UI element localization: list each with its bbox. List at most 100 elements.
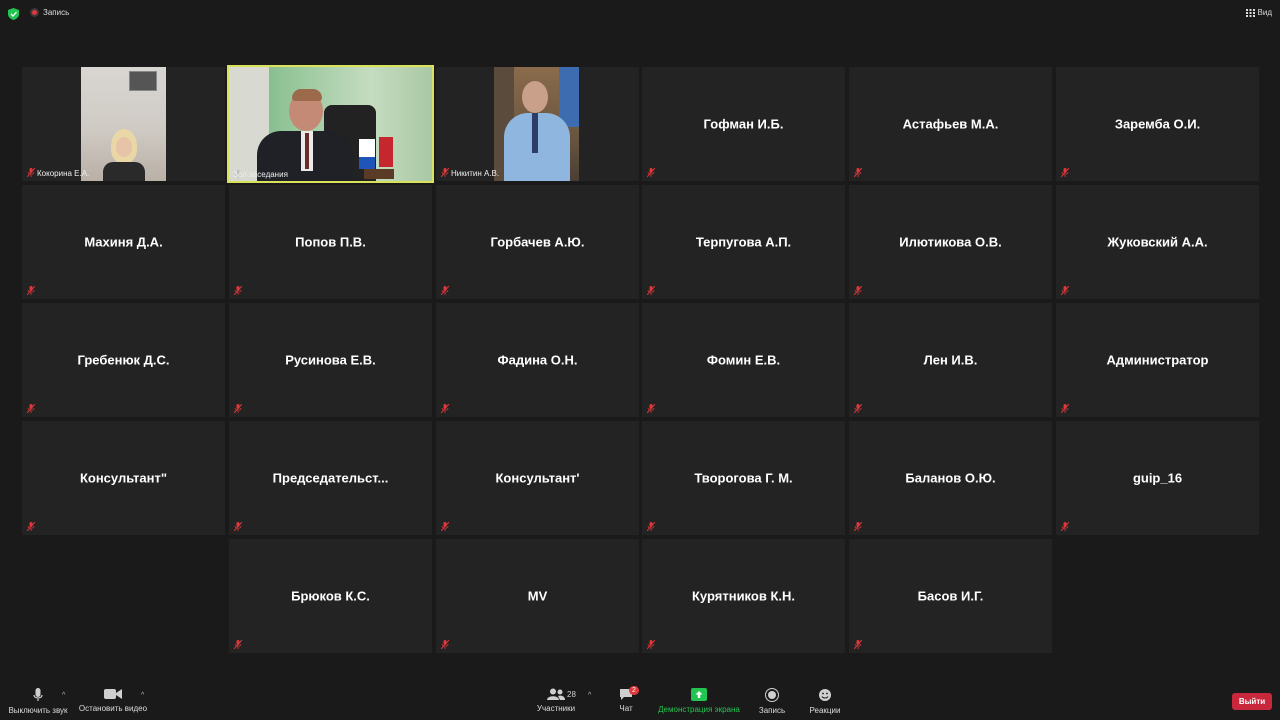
stop-video-button[interactable]: Остановить видео: [78, 680, 148, 713]
participant-name: Курятников К.Н.: [692, 588, 795, 604]
participant-tile-video[interactable]: Кокорина Е.А.: [22, 67, 225, 181]
participant-tile[interactable]: Баланов О.Ю.: [849, 421, 1052, 535]
participant-tile[interactable]: Лен И.В.: [849, 303, 1052, 417]
participants-count: 28: [567, 690, 576, 699]
muted-mic-icon: [27, 404, 35, 413]
participant-tile[interactable]: Консультант": [22, 421, 225, 535]
participant-name: Илютикова О.В.: [899, 234, 1002, 250]
muted-mic-icon: [441, 286, 449, 295]
muted-mic-icon: [854, 640, 862, 649]
participant-tile[interactable]: guip_16: [1056, 421, 1259, 535]
muted-mic-icon: [27, 286, 35, 295]
smiley-icon: [819, 689, 831, 701]
participant-tile[interactable]: Басов И.Г.: [849, 539, 1052, 653]
muted-mic-icon: [1061, 404, 1069, 413]
muted-mic-icon: [27, 522, 35, 531]
participant-name: Фадина О.Н.: [497, 352, 578, 368]
participant-name: Консультант": [79, 470, 168, 486]
meeting-toolbar: Выключить звук ^ Остановить видео ^ Учас…: [0, 680, 1280, 720]
participant-tile[interactable]: Жуковский А.А.: [1056, 185, 1259, 299]
participant-name: Попов П.В.: [295, 234, 366, 250]
participant-tile[interactable]: Заремба О.И.: [1056, 67, 1259, 181]
participant-tile[interactable]: Астафьев М.А.: [849, 67, 1052, 181]
participant-name: Астафьев М.А.: [902, 116, 999, 132]
participant-tile[interactable]: Творогова Г. М.: [642, 421, 845, 535]
muted-mic-icon: [441, 640, 449, 649]
muted-mic-icon: [441, 522, 449, 531]
participant-name-label: Никитин А.В.: [451, 169, 500, 178]
video-options-caret-icon[interactable]: ^: [141, 692, 144, 699]
participant-name: Заремба О.И.: [1114, 116, 1201, 132]
participant-name: Фомин Е.В.: [706, 352, 781, 368]
participant-tile[interactable]: Фомин Е.В.: [642, 303, 845, 417]
participant-tile[interactable]: Курятников К.Н.: [642, 539, 845, 653]
muted-mic-icon: [234, 404, 242, 413]
muted-mic-icon: [647, 168, 655, 177]
participant-video: [229, 67, 432, 181]
recording-indicator[interactable]: Запись: [30, 8, 69, 17]
participant-name: Басов И.Г.: [917, 588, 984, 604]
chat-label: Чат: [619, 704, 633, 713]
participant-tile[interactable]: Гофман И.Б.: [642, 67, 845, 181]
audio-options-caret-icon[interactable]: ^: [62, 692, 65, 699]
participant-name: Русинова Е.В.: [285, 352, 376, 368]
reactions-label: Реакции: [809, 706, 841, 715]
participant-tile[interactable]: Илютикова О.В.: [849, 185, 1052, 299]
grid-view-icon: [1245, 8, 1255, 17]
participant-tile[interactable]: Русинова Е.В.: [229, 303, 432, 417]
participant-name: Жуковский А.А.: [1107, 234, 1208, 250]
participant-name: Терпугова А.П.: [695, 234, 792, 250]
security-shield-icon[interactable]: [8, 8, 19, 20]
reactions-button[interactable]: Реакции: [805, 680, 845, 715]
participant-tile-active-speaker[interactable]: Зал заседания: [227, 65, 434, 183]
share-screen-button[interactable]: Демонстрация экрана: [654, 680, 744, 714]
participant-name: Гребенюк Д.С.: [77, 352, 170, 368]
participants-icon: [547, 688, 565, 700]
muted-mic-icon: [647, 286, 655, 295]
participant-tile[interactable]: Попов П.В.: [229, 185, 432, 299]
top-bar: Запись Вид: [0, 0, 1280, 26]
participant-name: Баланов О.Ю.: [905, 470, 996, 486]
view-label: Вид: [1257, 8, 1272, 17]
leave-button[interactable]: Выйти: [1232, 693, 1272, 710]
participant-tile[interactable]: Брюков К.С.: [229, 539, 432, 653]
participant-tile[interactable]: Консультант': [436, 421, 639, 535]
muted-mic-icon: [647, 522, 655, 531]
muted-mic-icon: [441, 404, 449, 413]
muted-mic-icon: [1061, 522, 1069, 531]
participant-tile[interactable]: Администратор: [1056, 303, 1259, 417]
record-icon: [765, 688, 779, 702]
stop-video-label: Остановить видео: [78, 704, 148, 713]
participant-name: Председательст...: [272, 470, 389, 486]
video-camera-icon: [104, 689, 122, 699]
record-button[interactable]: Запись: [754, 680, 790, 715]
participant-video: [494, 67, 579, 181]
participant-name: Творогова Г. М.: [694, 470, 793, 486]
participant-tile[interactable]: Махиня Д.А.: [22, 185, 225, 299]
chat-unread-badge: 2: [629, 686, 639, 695]
participant-tile-video[interactable]: Никитин А.В.: [436, 67, 639, 181]
muted-mic-icon: [854, 286, 862, 295]
muted-mic-icon: [1061, 286, 1069, 295]
participant-name: Консультант': [495, 470, 580, 486]
participant-tile[interactable]: MV: [436, 539, 639, 653]
microphone-icon: [33, 688, 43, 701]
participant-tile[interactable]: Горбачев А.Ю.: [436, 185, 639, 299]
muted-mic-icon: [647, 640, 655, 649]
record-dot-icon: [30, 8, 39, 17]
participants-options-caret-icon[interactable]: ^: [588, 692, 591, 699]
chat-button[interactable]: Чат: [612, 680, 640, 713]
participant-tile[interactable]: Председательст...: [229, 421, 432, 535]
participant-tile[interactable]: Гребенюк Д.С.: [22, 303, 225, 417]
participant-tile[interactable]: Терпугова А.П.: [642, 185, 845, 299]
muted-mic-icon: [441, 168, 449, 177]
view-button[interactable]: Вид: [1245, 8, 1272, 17]
muted-mic-icon: [854, 522, 862, 531]
muted-mic-icon: [234, 286, 242, 295]
participant-tile[interactable]: Фадина О.Н.: [436, 303, 639, 417]
participant-name-label: Зал заседания: [233, 170, 288, 179]
mute-button[interactable]: Выключить звук: [6, 680, 70, 715]
muted-mic-icon: [854, 404, 862, 413]
muted-mic-icon: [854, 168, 862, 177]
muted-mic-icon: [647, 404, 655, 413]
